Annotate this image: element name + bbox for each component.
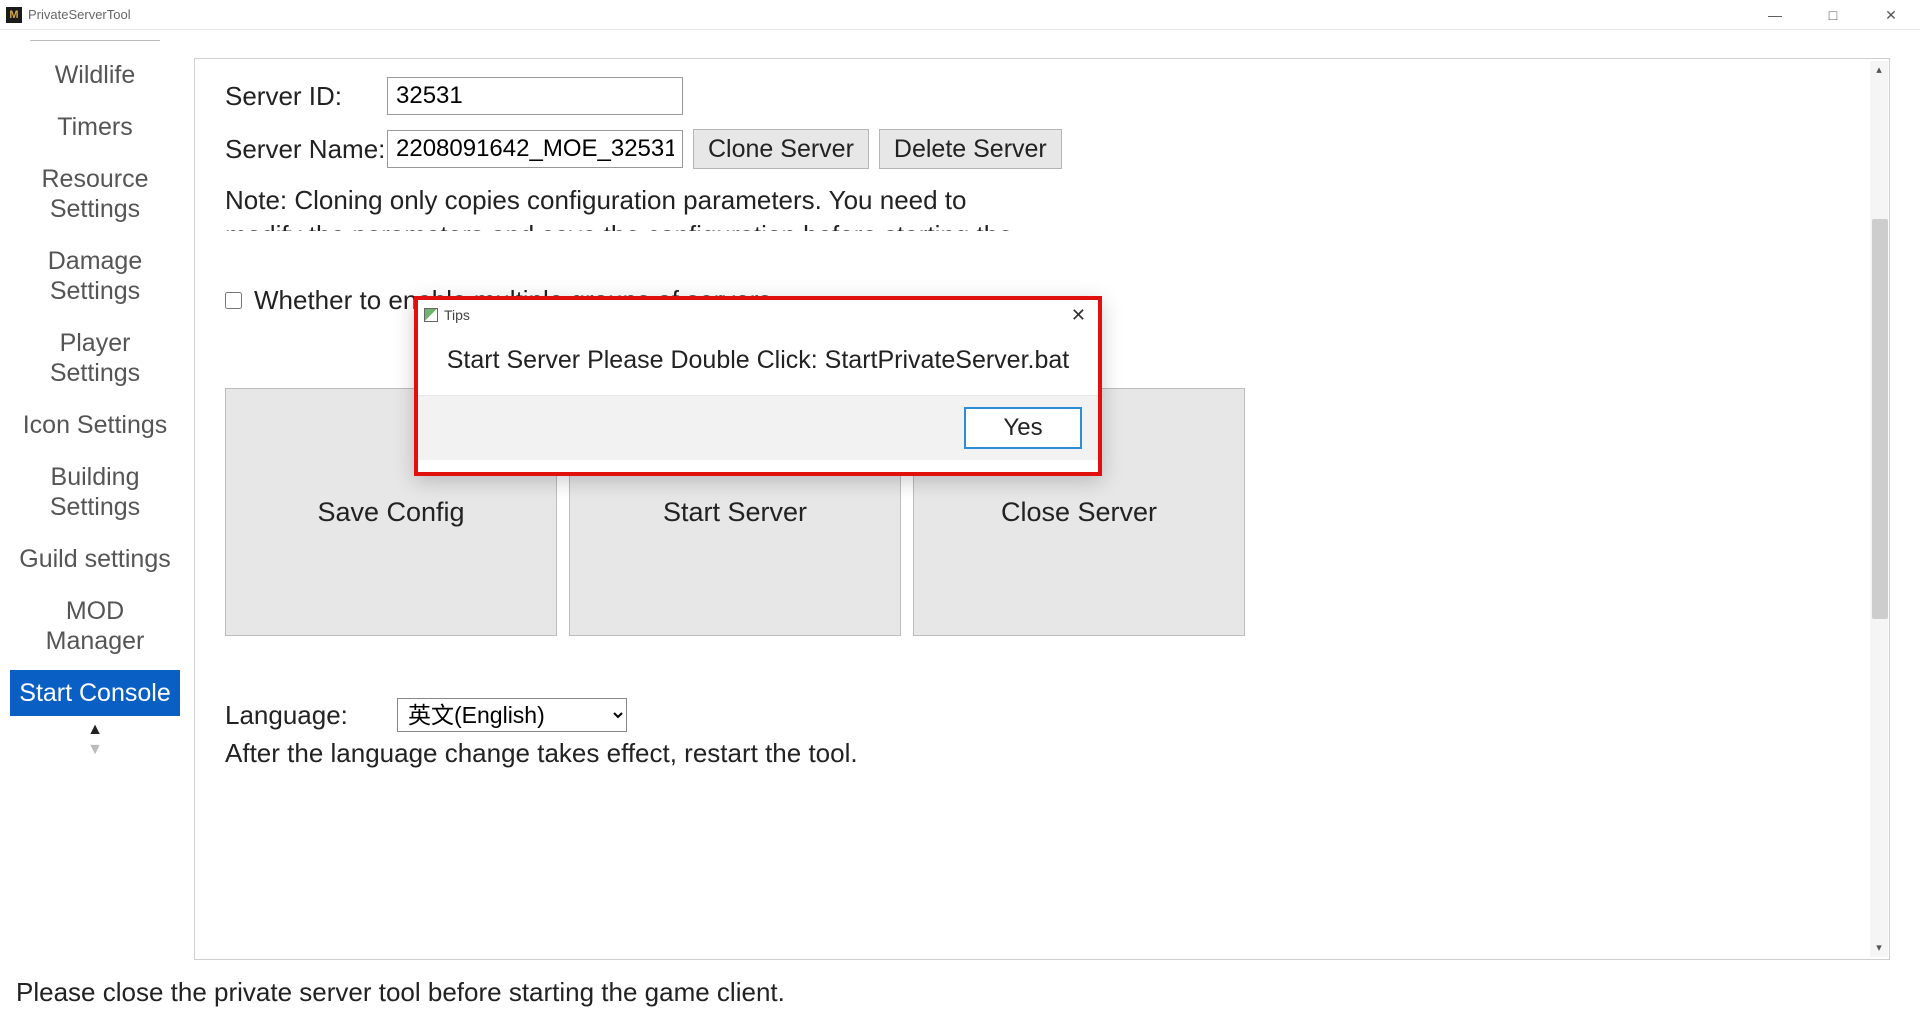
window-titlebar: M PrivateServerTool — □ ✕ [0, 0, 1920, 30]
sidebar-item-label: Building Settings [50, 463, 140, 521]
sidebar-handle-top[interactable] [30, 40, 160, 46]
clone-server-button[interactable]: Clone Server [693, 129, 869, 169]
clone-note: Note: Cloning only copies configuration … [225, 183, 1025, 231]
sidebar-arrow-down-icon[interactable]: ▼ [10, 742, 180, 758]
sidebar-item-damage-settings[interactable]: Damage Settings [10, 238, 180, 314]
dialog-close-button[interactable]: ✕ [1065, 305, 1092, 326]
delete-server-button[interactable]: Delete Server [879, 129, 1062, 169]
sidebar-item-label: MOD Manager [46, 597, 145, 655]
sidebar-item-label: Wildlife [55, 61, 136, 89]
dialog-titlebar: Tips ✕ [418, 300, 1098, 330]
window-close-button[interactable]: ✕ [1862, 0, 1920, 30]
sidebar-item-label: Player Settings [50, 329, 140, 387]
sidebar-item-label: Icon Settings [23, 411, 168, 439]
sidebar-item-label: Start Console [19, 679, 170, 707]
sidebar-item-start-console[interactable]: Start Console [10, 670, 180, 716]
tips-dialog: Tips ✕ Start Server Please Double Click:… [414, 296, 1102, 476]
scrollbar-thumb[interactable] [1872, 219, 1888, 619]
sidebar-item-wildlife[interactable]: Wildlife [10, 52, 180, 98]
sidebar-item-building-settings[interactable]: Building Settings [10, 454, 180, 530]
sidebar-item-icon-settings[interactable]: Icon Settings [10, 402, 180, 448]
sidebar-item-mod-manager[interactable]: MOD Manager [10, 588, 180, 664]
status-bar-text: Please close the private server tool bef… [16, 977, 785, 1008]
server-id-label: Server ID: [225, 81, 387, 112]
sidebar-item-timers[interactable]: Timers [10, 104, 180, 150]
dialog-footer: Yes [418, 396, 1098, 460]
window-title: PrivateServerTool [28, 7, 131, 22]
scrollbar-arrow-up-icon[interactable]: ▴ [1872, 63, 1886, 77]
sidebar-item-label: Timers [57, 113, 132, 141]
sidebar-item-player-settings[interactable]: Player Settings [10, 320, 180, 396]
sidebar-arrow-up-icon[interactable]: ▲ [10, 722, 180, 738]
sidebar-item-resource-settings[interactable]: Resource Settings [10, 156, 180, 232]
sidebar-scroll-arrows[interactable]: ▲ ▼ [10, 722, 180, 758]
language-select[interactable]: 英文(English) [397, 698, 627, 732]
sidebar-item-guild-settings[interactable]: Guild settings [10, 536, 180, 582]
dialog-message: Start Server Please Double Click: StartP… [418, 330, 1098, 396]
server-id-input[interactable] [387, 77, 683, 115]
sidebar-item-label: Damage Settings [48, 247, 143, 305]
sidebar-item-label: Resource Settings [42, 165, 149, 223]
multi-group-checkbox[interactable] [225, 292, 242, 309]
app-icon: M [6, 7, 22, 23]
language-label: Language: [225, 700, 397, 731]
window-maximize-button[interactable]: □ [1804, 0, 1862, 30]
sidebar-item-label: Guild settings [19, 545, 170, 573]
dialog-title: Tips [444, 307, 470, 323]
server-name-input[interactable] [387, 130, 683, 168]
dialog-yes-button[interactable]: Yes [964, 407, 1082, 449]
scrollbar-arrow-down-icon[interactable]: ▾ [1872, 941, 1886, 955]
language-note: After the language change takes effect, … [225, 738, 1859, 769]
main-panel: ▴ ▾ Server ID: Server Name: Clone Server… [194, 58, 1890, 960]
sidebar: Wildlife Timers Resource Settings Damage… [0, 30, 190, 966]
window-minimize-button[interactable]: — [1746, 0, 1804, 30]
server-name-label: Server Name: [225, 134, 387, 165]
dialog-icon [424, 308, 438, 322]
